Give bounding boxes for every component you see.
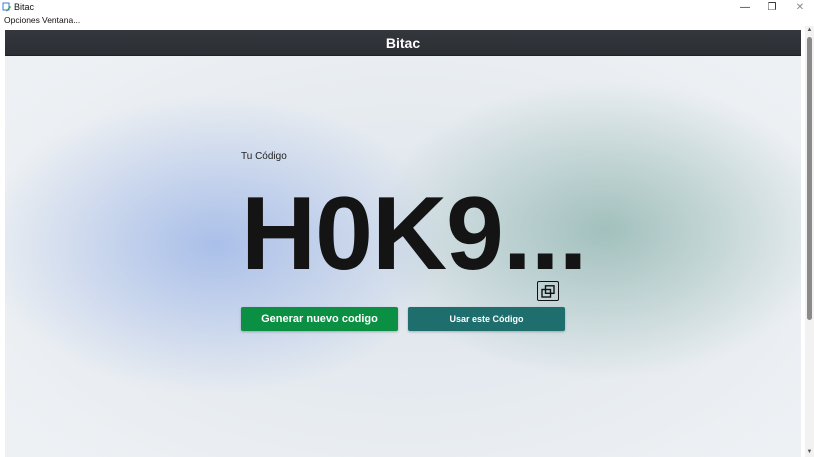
- main-content: Bitac Tu Código H0K9... Generar nuevo co…: [5, 30, 801, 457]
- use-code-button[interactable]: Usar este Código: [408, 307, 565, 331]
- menu-item-ventana[interactable]: Ventana...: [42, 14, 80, 26]
- close-icon[interactable]: ✕: [786, 0, 814, 14]
- header-bar: Bitac: [5, 30, 801, 56]
- menubar: Opciones Ventana...: [0, 14, 814, 26]
- vertical-scrollbar[interactable]: ▲ ▼: [805, 26, 814, 457]
- copy-button[interactable]: [537, 281, 559, 301]
- restore-icon[interactable]: ❐: [758, 0, 786, 14]
- window-title: Bitac: [14, 2, 35, 12]
- menu-item-opciones[interactable]: Opciones: [4, 14, 40, 26]
- minimize-icon[interactable]: —: [731, 0, 759, 14]
- app-area: Bitac Tu Código H0K9... Generar nuevo co…: [0, 26, 814, 457]
- scrollbar-thumb[interactable]: [807, 37, 812, 320]
- app-icon: [2, 2, 11, 12]
- chevron-down-icon[interactable]: ▼: [805, 448, 814, 457]
- code-label: Tu Código: [241, 151, 287, 162]
- window-titlebar: Bitac — ❐ ✕: [0, 0, 814, 14]
- header-title: Bitac: [385, 34, 421, 51]
- code-value: H0K9...: [241, 176, 588, 292]
- copy-icon: [541, 284, 555, 298]
- generate-code-button[interactable]: Generar nuevo codigo: [241, 307, 398, 331]
- chevron-up-icon[interactable]: ▲: [805, 26, 814, 35]
